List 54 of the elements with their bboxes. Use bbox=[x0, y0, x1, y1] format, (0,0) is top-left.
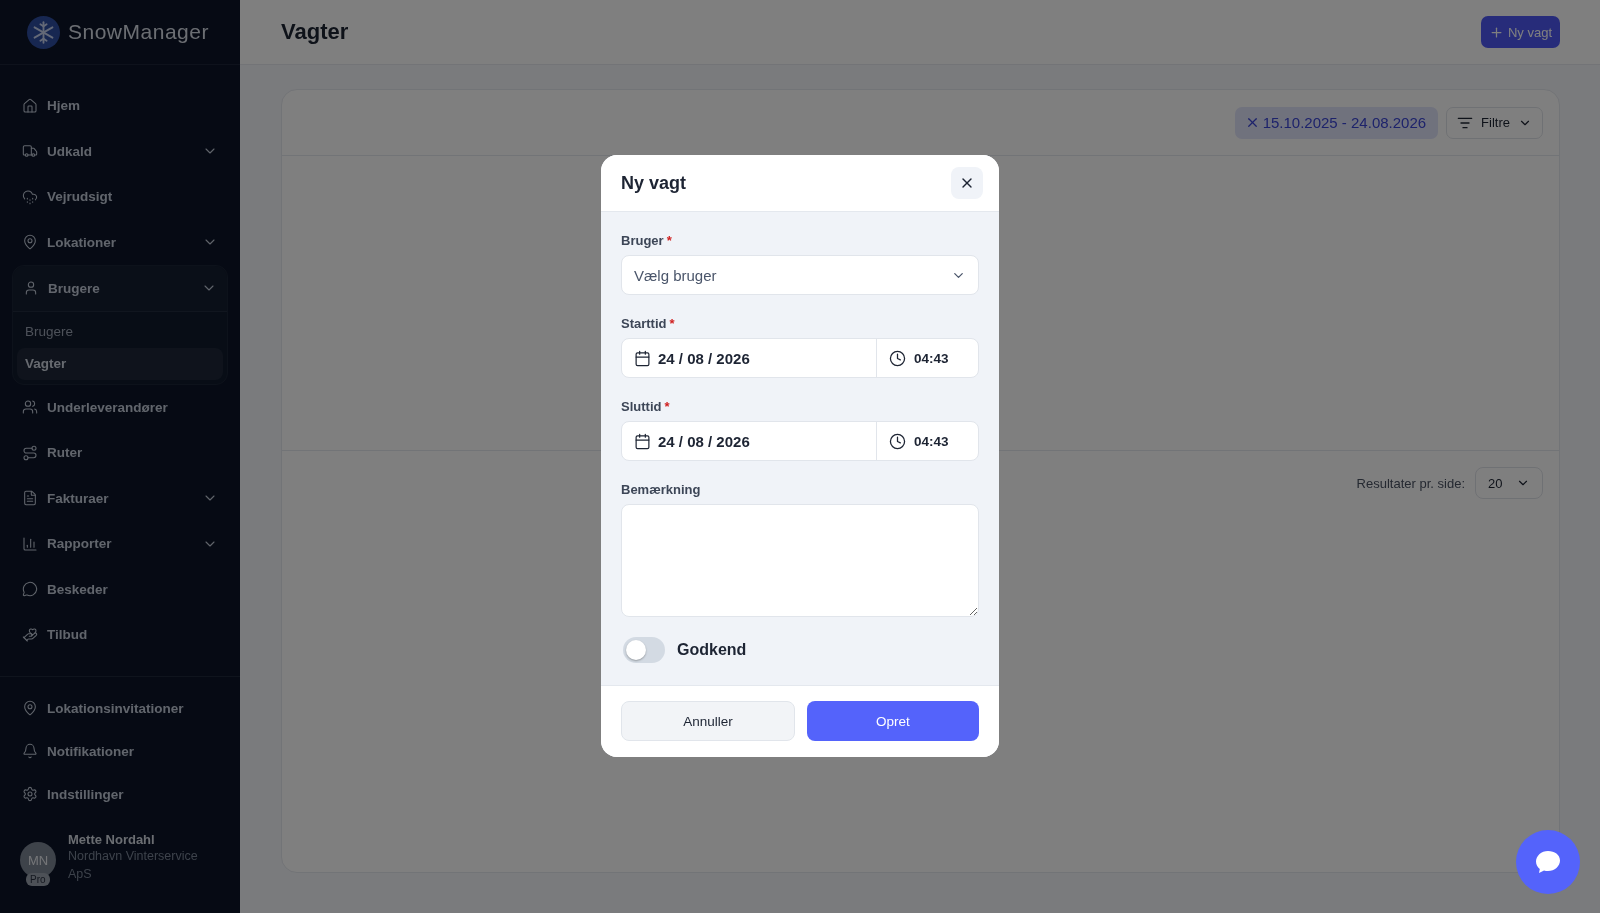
page-title: Vagter bbox=[281, 19, 349, 45]
map-pin-icon bbox=[22, 234, 38, 251]
per-page-select[interactable]: 20 bbox=[1475, 467, 1543, 499]
user-select[interactable]: Vælg bruger bbox=[621, 255, 979, 295]
users-icon bbox=[22, 399, 38, 416]
user-name: Mette Nordahl bbox=[68, 832, 156, 847]
new-shift-button[interactable]: Ny vagt bbox=[1480, 16, 1560, 48]
approve-toggle[interactable] bbox=[623, 637, 665, 663]
sidebar-subitem[interactable]: Brugere bbox=[17, 315, 223, 348]
sidebar-item[interactable]: Underleverandører bbox=[12, 384, 228, 430]
create-button[interactable]: Opret bbox=[807, 701, 979, 741]
sidebar-item[interactable]: Vejrudsigt bbox=[12, 174, 228, 220]
remark-field[interactable] bbox=[621, 504, 979, 617]
per-page-label: Resultater pr. side: bbox=[1356, 475, 1465, 491]
toggle-label: Godkend bbox=[677, 641, 747, 659]
truck-icon bbox=[22, 143, 38, 160]
sidebar-item[interactable]: Ruter bbox=[12, 430, 228, 476]
field-label: Starttid * bbox=[621, 316, 676, 331]
chat-bubble-icon bbox=[1535, 850, 1561, 874]
filter-button[interactable]: Filtre bbox=[1446, 106, 1543, 139]
home-icon bbox=[22, 97, 38, 114]
sidebar-item[interactable]: Hjem bbox=[12, 83, 228, 129]
sidebar-item[interactable]: Notifikationer bbox=[12, 729, 228, 773]
sidebar-item[interactable]: Tilbud bbox=[12, 612, 228, 658]
cancel-button[interactable]: Annuller bbox=[621, 701, 795, 741]
bell-icon bbox=[22, 743, 38, 759]
snowflake-logo-icon bbox=[27, 15, 60, 49]
map-pin-icon bbox=[22, 700, 38, 716]
route-icon bbox=[22, 444, 38, 461]
cloud-icon bbox=[22, 188, 38, 205]
hand-icon bbox=[22, 626, 38, 643]
sidebar-item[interactable]: Lokationsinvitationer bbox=[12, 686, 228, 730]
chat-bubble-icon bbox=[22, 581, 38, 598]
sidebar-item[interactable]: Indstillinger bbox=[12, 772, 228, 816]
field-label: Sluttid * bbox=[621, 399, 671, 414]
company-name: Nordhavn Vinterservice ApS bbox=[68, 848, 199, 883]
sidebar-item[interactable]: Beskeder bbox=[12, 566, 228, 612]
sidebar-item[interactable]: Fakturaer bbox=[12, 475, 228, 521]
sidebar-item[interactable]: Udkald bbox=[12, 128, 228, 174]
plus-icon bbox=[1488, 24, 1504, 40]
field-label: Bruger * bbox=[621, 233, 673, 248]
bar-chart-icon bbox=[22, 535, 38, 552]
document-icon bbox=[22, 490, 38, 507]
field-label: Bemærkning bbox=[621, 482, 702, 497]
close-button[interactable] bbox=[951, 167, 983, 199]
app-logo-text: SnowManager bbox=[68, 20, 209, 44]
settings-icon bbox=[22, 786, 38, 802]
plan-badge: Pro bbox=[26, 873, 50, 886]
dialog-title: Ny vagt bbox=[621, 172, 687, 194]
date-range-filter[interactable]: 15.10.2025 - 24.08.2026 bbox=[1234, 106, 1439, 139]
sidebar-subitem[interactable]: Vagter bbox=[17, 347, 223, 380]
sidebar-item[interactable]: Rapporter bbox=[12, 521, 228, 567]
user-icon bbox=[23, 280, 39, 297]
sidebar-item[interactable]: Lokationer bbox=[12, 219, 228, 265]
